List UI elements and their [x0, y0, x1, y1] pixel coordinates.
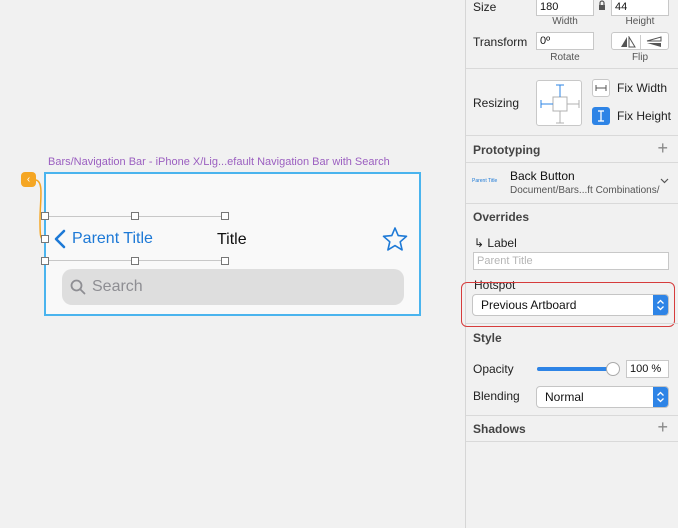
- blending-select-value: Normal: [545, 390, 584, 404]
- lock-icon[interactable]: [598, 0, 606, 11]
- star-icon[interactable]: [382, 226, 408, 252]
- flip-control: [611, 32, 669, 50]
- opacity-label: Opacity: [473, 362, 514, 376]
- size-label: Size: [473, 0, 497, 14]
- resizing-label: Resizing: [473, 96, 520, 110]
- height-field[interactable]: 44: [611, 0, 669, 16]
- symbol-path: Document/Bars...ft Combinations/: [510, 185, 660, 196]
- opacity-slider-knob[interactable]: [606, 362, 620, 376]
- override-label-heading: ↳ Label: [474, 236, 517, 250]
- transform-label: Transform: [473, 35, 528, 49]
- canvas[interactable]: Bars/Navigation Bar - iPhone X/Lig...efa…: [0, 0, 465, 528]
- divider: [466, 415, 678, 416]
- add-prototyping-button[interactable]: +: [657, 139, 668, 157]
- prototype-link-badge[interactable]: ‹: [21, 172, 36, 187]
- fix-height-icon: [598, 110, 604, 122]
- select-stepper: [653, 387, 668, 407]
- up-down-chevron-icon: [657, 391, 664, 403]
- resize-handle[interactable]: [41, 235, 49, 243]
- inspector-panel: Size 180 44 Width Height Transform 0º Ro…: [461, 0, 678, 528]
- rotate-field[interactable]: 0º: [536, 32, 594, 50]
- fix-height-toggle[interactable]: [592, 107, 610, 125]
- symbol-thumbnail-text: Parent Title: [472, 178, 498, 184]
- divider: [466, 441, 678, 442]
- resize-handle[interactable]: [131, 212, 139, 220]
- resize-handle[interactable]: [221, 212, 229, 220]
- fix-width-toggle[interactable]: [592, 79, 610, 97]
- style-heading: Style: [473, 331, 502, 345]
- divider: [466, 203, 678, 204]
- overrides-heading: Overrides: [473, 210, 530, 224]
- override-label-input[interactable]: Parent Title: [473, 252, 669, 270]
- opacity-slider-fill: [537, 367, 613, 371]
- pin-constraints-icon: [540, 84, 580, 124]
- blending-label: Blending: [473, 389, 520, 403]
- search-placeholder: Search: [92, 278, 143, 295]
- flip-divider: [640, 35, 641, 49]
- resize-handle[interactable]: [41, 257, 49, 265]
- divider: [466, 162, 678, 163]
- flip-horizontal-icon[interactable]: [620, 36, 636, 48]
- search-bar[interactable]: Search: [62, 269, 404, 305]
- add-shadow-button[interactable]: +: [657, 418, 668, 436]
- divider: [466, 323, 678, 324]
- fix-width-label: Fix Width: [617, 81, 668, 95]
- shadows-heading: Shadows: [473, 422, 526, 436]
- resize-handle[interactable]: [221, 257, 229, 265]
- opacity-slider-track[interactable]: [537, 362, 620, 376]
- prototyping-heading: Prototyping: [473, 143, 541, 157]
- annotation-highlight: [461, 282, 675, 327]
- search-icon: [70, 279, 86, 295]
- resize-handle[interactable]: [41, 212, 49, 220]
- fix-height-label: Fix Height: [617, 109, 672, 123]
- resizing-constraints-widget[interactable]: [536, 80, 582, 126]
- divider: [466, 68, 678, 69]
- symbol-thumbnail: Parent Title: [472, 178, 506, 188]
- fix-width-icon: [595, 85, 607, 91]
- symbol-name[interactable]: Back Button: [510, 169, 575, 183]
- opacity-field[interactable]: 100 %: [626, 360, 669, 378]
- flip-caption: Flip: [631, 52, 649, 63]
- height-caption: Height: [625, 16, 655, 27]
- chevron-down-icon[interactable]: [660, 178, 669, 184]
- flip-vertical-icon[interactable]: [646, 36, 662, 48]
- blending-select[interactable]: Normal: [536, 386, 669, 408]
- prototype-link-line: [35, 179, 46, 242]
- width-caption: Width: [552, 16, 578, 27]
- divider: [466, 135, 678, 136]
- resize-handle[interactable]: [131, 257, 139, 265]
- artboard-label[interactable]: Bars/Navigation Bar - iPhone X/Lig...efa…: [48, 156, 390, 168]
- width-field[interactable]: 180: [536, 0, 594, 16]
- selection-bounding-box: [44, 216, 225, 261]
- rotate-caption: Rotate: [550, 52, 580, 63]
